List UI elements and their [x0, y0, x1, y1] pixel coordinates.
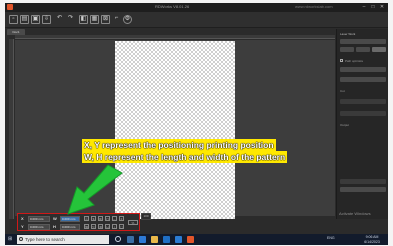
align-right-icon[interactable]: ⊐ — [98, 224, 103, 229]
panel-option-1: Path optimize — [345, 59, 364, 63]
close-icon[interactable]: ✕ — [378, 4, 386, 10]
w-input[interactable]: 0.000 mm — [60, 216, 80, 222]
system-tray[interactable]: ENG — [327, 236, 335, 240]
mirror-h-icon[interactable]: ⇆ — [84, 224, 89, 229]
x-label: X — [21, 216, 24, 221]
rdworks-taskbar-icon[interactable] — [187, 236, 194, 243]
ruler-top — [15, 35, 335, 39]
app-screen: RDWorks V8.01.26 www.rdworkslab.com – □ … — [5, 3, 388, 245]
store-icon[interactable] — [163, 236, 170, 243]
title-bar: RDWorks V8.01.26 www.rdworkslab.com – □ … — [5, 3, 388, 12]
design-canvas[interactable] — [115, 41, 235, 219]
taskbar: ⊞ Type here to search ENG 9:06 AM 6/14/2… — [5, 234, 388, 245]
file-explorer-icon[interactable] — [151, 236, 158, 243]
align-bottom-icon[interactable]: ⊔ — [105, 224, 110, 229]
import-icon[interactable]: ⇩ — [42, 15, 51, 24]
window-title: RDWorks V8.01.26 — [155, 4, 190, 9]
group-icon[interactable]: ⊠ — [101, 15, 110, 24]
activate-windows-text: Activate Windows — [339, 211, 371, 216]
size-icon[interactable]: ▢ — [119, 224, 124, 229]
mail-icon[interactable] — [175, 236, 182, 243]
toolbar: ▫ ▤ ▣ ⇩ ↶ ↷ ◧ ▦ ⊠ ⌐ ⚙ — [5, 12, 388, 28]
h-input[interactable]: 0.000 mm — [60, 224, 80, 230]
array-icon[interactable]: ⌐ — [112, 15, 121, 24]
annotation-wh: W, H represent the length and width of t… — [82, 151, 288, 163]
x-input[interactable]: 0.000 mm — [28, 216, 50, 222]
clock-date: 6/14/2023 — [364, 239, 380, 244]
y-label: Y — [21, 224, 24, 229]
title-right-text: www.rdworkslab.com — [295, 4, 333, 9]
edge-icon[interactable] — [139, 236, 146, 243]
lock-ratio-icon[interactable]: ⚿ — [84, 216, 89, 221]
w-label: W — [53, 216, 57, 221]
h-label: H — [53, 224, 56, 229]
search-icon — [19, 237, 23, 241]
panel-field-4[interactable] — [340, 111, 386, 116]
photo-frame: RDWorks V8.01.26 www.rdworkslab.com – □ … — [0, 0, 393, 246]
panel-field-6[interactable] — [340, 187, 386, 192]
taskbar-search[interactable]: Type here to search — [17, 235, 109, 244]
extra-field[interactable]: 100 — [141, 213, 151, 220]
center-h-icon[interactable]: ↔ — [112, 216, 117, 221]
align-left-icon[interactable]: ⊏ — [98, 216, 103, 221]
panel-button-3[interactable] — [372, 47, 386, 52]
panel-button-1[interactable] — [340, 47, 354, 52]
panel-field-2[interactable] — [340, 77, 386, 82]
panel-mode-field[interactable] — [340, 39, 386, 44]
zoom-window-icon[interactable]: ◧ — [79, 15, 88, 24]
panel-option-2: Cut — [340, 89, 345, 93]
minimize-icon[interactable]: – — [360, 4, 368, 10]
clock[interactable]: 9:06 AM 6/14/2023 — [360, 235, 384, 244]
settings-icon[interactable]: ⚙ — [123, 15, 132, 24]
redo-icon[interactable]: ↷ — [66, 15, 75, 24]
percent-field[interactable]: % — [128, 220, 138, 225]
panel-option-3: Output — [340, 123, 350, 127]
undo-icon[interactable]: ↶ — [55, 15, 64, 24]
ruler-left — [9, 39, 14, 219]
y-input[interactable]: 0.000 mm — [28, 224, 50, 230]
task-view-icon[interactable] — [127, 236, 134, 243]
panel-button-2[interactable] — [356, 47, 370, 52]
panel-field-3[interactable] — [340, 99, 386, 104]
panel-checkbox-1[interactable] — [340, 59, 343, 62]
open-file-icon[interactable]: ▤ — [20, 15, 29, 24]
distribute-icon[interactable]: ≡ — [119, 216, 124, 221]
app-logo-icon — [7, 4, 13, 10]
new-file-icon[interactable]: ▫ — [9, 15, 18, 24]
save-icon[interactable]: ▣ — [31, 15, 40, 24]
center-v-icon[interactable]: ↕ — [112, 224, 117, 229]
cortana-icon[interactable] — [115, 236, 121, 242]
search-placeholder: Type here to search — [25, 237, 65, 242]
panel-header: Laser Work — [340, 32, 356, 36]
select-icon[interactable]: ▦ — [90, 15, 99, 24]
right-panel: Laser Work Path optimize Cut Output Acti… — [336, 29, 388, 219]
mirror-v-icon[interactable]: ⇅ — [91, 216, 96, 221]
align-top-icon[interactable]: ⊓ — [105, 216, 110, 221]
position-size-bar: X 0.000 mm Y 0.000 mm W 0.000 mm H 0.000… — [17, 213, 140, 231]
windows-start-icon[interactable]: ⊞ — [8, 237, 13, 242]
rotate-icon[interactable]: ↻ — [91, 224, 96, 229]
panel-field-5[interactable] — [340, 179, 386, 184]
annotation-xy: X, Y represent the positioning printing … — [82, 139, 276, 151]
maximize-icon[interactable]: □ — [369, 4, 377, 10]
panel-field-1[interactable] — [340, 67, 386, 72]
